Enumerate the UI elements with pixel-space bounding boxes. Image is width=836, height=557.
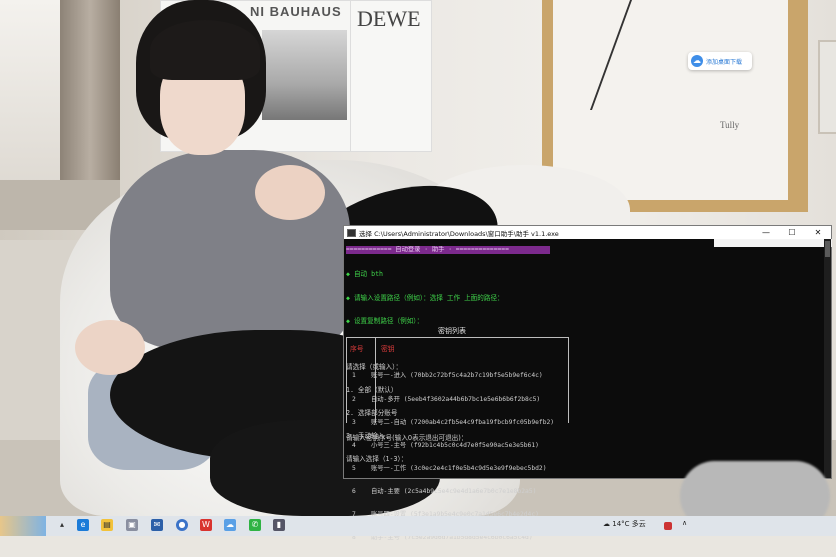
console-scrollbar[interactable]: [824, 239, 831, 478]
table-header-key: 密钥: [381, 345, 395, 353]
mail-icon[interactable]: ✉: [151, 519, 163, 531]
frame-signature: Tully: [720, 120, 740, 130]
weather-text: 14°C 多云: [612, 520, 646, 528]
tray-chevron-icon[interactable]: ∧: [682, 519, 687, 527]
table-row: 2 自动-多开 (5eeb4f3602a44b6b7bc1e5e6b6b6f2b…: [352, 395, 541, 403]
table-row: 1 账号一-进入 (70bb2c72bf5c4a2b7c19bf5e5b9ef6…: [352, 372, 543, 380]
console-find-strip: [714, 239, 832, 247]
minimize-button[interactable]: —: [753, 226, 779, 239]
console-line: ◆ 设置复制路径（例如）：: [346, 316, 424, 325]
poster-text: NI BAUHAUS: [250, 4, 342, 19]
taskbar-preview-thumbnail[interactable]: [0, 516, 46, 536]
poster-image: [262, 30, 347, 120]
table-row: 6 自动-主要 (2c5a4b9c5e4c9e4d1a6e7b0c7e1e8b2…: [352, 487, 537, 495]
wallpaper-frame-small: [818, 40, 836, 134]
wallpaper-curtain: [60, 0, 120, 190]
wps-icon[interactable]: W: [200, 519, 212, 531]
table-row: 4 小号三-主号 (f92b1c4b5c0c4d7e0f5e90ac5e3e5b…: [352, 441, 539, 449]
wallpaper-figure: [75, 320, 145, 375]
edge-icon[interactable]: e: [77, 519, 89, 531]
close-button[interactable]: ✕: [805, 226, 831, 239]
weather-icon: ☁: [603, 520, 613, 528]
wallpaper-figure: [150, 20, 260, 80]
table-header-index: 序号: [350, 345, 364, 353]
chrome-icon[interactable]: ●: [176, 519, 188, 531]
wallpaper-figure: [255, 165, 325, 220]
table-row: 3 账号二-自动 (7200ab4c2fb5e4c9fba19fbcb9fc05…: [352, 418, 555, 426]
console-line: ◆ 自动 bth: [346, 270, 384, 279]
console-title: 选择 C:\Users\Administrator\Downloads\窗口助手…: [359, 229, 559, 238]
console-window[interactable]: 选择 C:\Users\Administrator\Downloads\窗口助手…: [343, 225, 832, 541]
console-banner: ============ 自动登录 · 助手 · ==============: [346, 246, 550, 254]
floating-widget-label: 添加桌面下载: [706, 58, 743, 66]
table-row: 5 账号一-工作 (3c0ec2e4c1f0e5b4c9d5e3e9f9ebec…: [352, 464, 547, 472]
maximize-button[interactable]: ☐: [779, 226, 805, 239]
cloud-icon[interactable]: ☁: [224, 519, 236, 531]
console-line: ◆ 请输入设置路径（例如）：选择 工作 上面的路径：: [346, 293, 504, 302]
tray-app-icon[interactable]: [664, 522, 672, 530]
poster-text-2: DEWE: [357, 6, 421, 31]
wechat-icon[interactable]: ✆: [249, 519, 261, 531]
key-list-title: 密钥列表: [438, 327, 466, 335]
floating-download-widget[interactable]: ☁ 添加桌面下载: [688, 52, 752, 70]
store-icon[interactable]: ▣: [126, 519, 138, 531]
table-border: [346, 337, 347, 423]
console-titlebar[interactable]: 选择 C:\Users\Administrator\Downloads\窗口助手…: [344, 226, 831, 239]
start-icon[interactable]: ▴: [56, 519, 68, 531]
app-thumb-icon[interactable]: ▮: [273, 519, 285, 531]
weather-widget[interactable]: ☁ 14°C 多云: [603, 519, 646, 529]
explorer-icon[interactable]: ▤: [101, 519, 113, 531]
console-input-prompt[interactable]: 请输入密钥序号(输入0表示退出可退出)：: [346, 432, 467, 442]
scrollbar-thumb[interactable]: [825, 241, 830, 257]
table-border: [568, 337, 569, 423]
cloud-icon: ☁: [691, 55, 703, 67]
console-app-icon: [347, 228, 356, 237]
table-border: [346, 337, 568, 338]
